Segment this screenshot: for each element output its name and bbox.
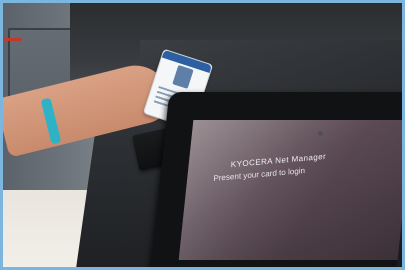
id-card-photo [172, 64, 194, 89]
camera-dot [318, 131, 323, 136]
screen-glare [178, 120, 405, 260]
red-accent [0, 38, 22, 41]
touchscreen: KYOCERA Net Manager Present your card to… [178, 120, 405, 260]
photo-scene: KYOCERA Net Manager Present your card to… [0, 0, 405, 270]
